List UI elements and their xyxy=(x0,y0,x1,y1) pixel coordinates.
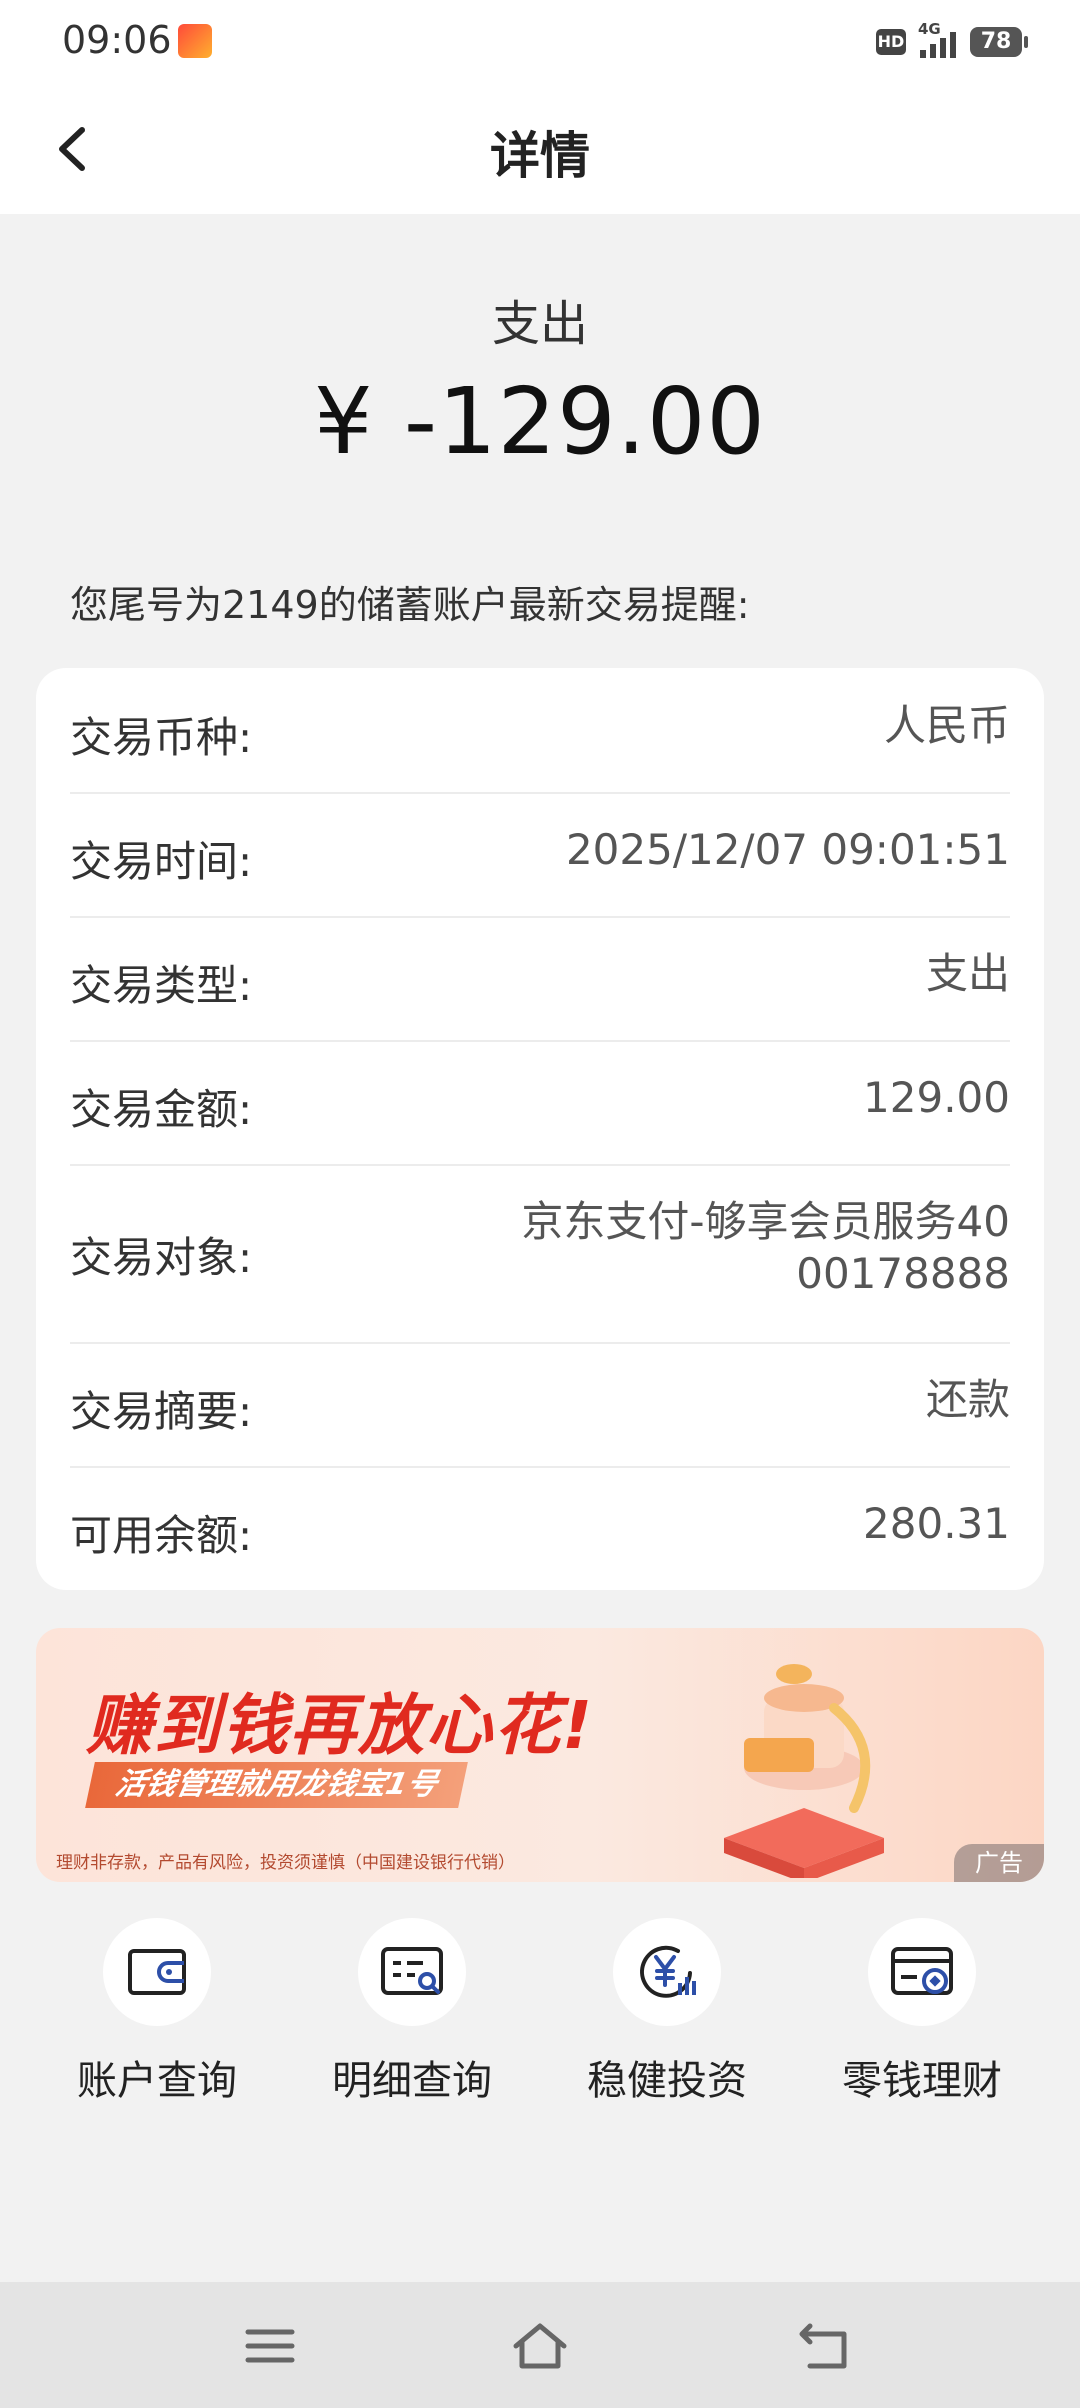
shortcut-icon-circle xyxy=(613,1918,721,2026)
detail-value-line: 00178888 xyxy=(796,1249,1010,1298)
shortcut-label: 账户查询 xyxy=(77,2058,237,2104)
detail-value: 人民币 xyxy=(883,701,1010,750)
detail-value: 280.31 xyxy=(863,1499,1010,1548)
detail-value-line: 京东支付-够享会员服务40 xyxy=(521,1197,1010,1246)
banner-subline: 活钱管理就用龙钱宝1号 xyxy=(85,1762,468,1808)
shortcut-icon-circle xyxy=(103,1918,211,2026)
shortcut-label: 明细查询 xyxy=(332,2058,492,2104)
detail-value: 还款 xyxy=(925,1375,1010,1424)
network-type: 4G xyxy=(918,20,941,38)
shortcut-account-query[interactable]: 账户查询 xyxy=(57,1918,257,2106)
detail-label: 交易摘要: xyxy=(70,1387,253,1436)
detail-row-summary: 交易摘要: 还款 xyxy=(70,1342,1010,1468)
back-nav-button[interactable] xyxy=(796,2318,856,2374)
detail-label: 可用余额: xyxy=(70,1511,253,1560)
shortcut-statement-query[interactable]: 明细查询 xyxy=(312,1918,512,2106)
home-icon xyxy=(513,2323,567,2369)
wallet-icon xyxy=(128,1949,186,1995)
banner-headline: 赚到钱再放心花! xyxy=(86,1687,595,1764)
menu-icon xyxy=(245,2329,295,2363)
detail-label: 交易类型: xyxy=(70,961,253,1010)
shortcut-icon-circle xyxy=(868,1918,976,2026)
detail-row-currency: 交易币种: 人民币 xyxy=(70,668,1010,794)
detail-row-amount: 交易金额: 129.00 xyxy=(70,1040,1010,1166)
page-title: 详情 xyxy=(490,127,590,185)
transaction-amount: ¥ -129.00 xyxy=(314,368,766,475)
promo-banner[interactable]: 赚到钱再放心花! 活钱管理就用龙钱宝1号 理财非存款，产品有风险，投资须谨慎（中… xyxy=(36,1628,1044,1882)
status-indicators: HD 4G 78 xyxy=(876,20,1028,58)
detail-row-type: 交易类型: 支出 xyxy=(70,916,1010,1042)
signal-icon: 4G xyxy=(918,20,956,58)
home-button[interactable] xyxy=(510,2318,570,2374)
detail-label: 交易时间: xyxy=(70,837,253,886)
banner-disclaimer: 理财非存款，产品有风险，投资须谨慎（中国建设银行代销） xyxy=(56,1853,515,1873)
status-time: 09:06 xyxy=(62,18,172,62)
return-icon xyxy=(799,2323,847,2369)
shortcut-label: 稳健投资 xyxy=(587,2058,747,2104)
detail-label: 交易金额: xyxy=(70,1085,253,1134)
ad-badge: 广告 xyxy=(954,1844,1044,1882)
menu-button[interactable] xyxy=(240,2318,300,2374)
detail-value: 2025/12/07 09:01:51 xyxy=(565,825,1010,874)
details-card: 交易币种: 人民币 交易时间: 2025/12/07 09:01:51 交易类型… xyxy=(36,668,1044,1590)
shortcut-bar: 账户查询 明细查询 稳健投资 零钱理财 xyxy=(0,1918,1080,2118)
detail-row-time: 交易时间: 2025/12/07 09:01:51 xyxy=(70,792,1010,918)
shortcut-label: 零钱理财 xyxy=(842,2058,1002,2104)
hd-icon: HD xyxy=(876,29,906,55)
nav-bar: 详情 xyxy=(0,84,1080,214)
detail-value: 京东支付-够享会员服务40 00178888 xyxy=(521,1196,1010,1300)
app-notification-icon xyxy=(178,24,212,58)
yuan-chart-icon xyxy=(640,1945,696,1998)
system-nav-bar xyxy=(0,2282,1080,2408)
status-bar: 09:06 HD 4G 78 xyxy=(0,0,1080,84)
transaction-type-heading: 支出 xyxy=(491,296,588,352)
shortcut-change-finance[interactable]: 零钱理财 xyxy=(822,1918,1022,2106)
detail-value: 129.00 xyxy=(863,1073,1010,1122)
battery-icon: 78 xyxy=(970,27,1028,57)
account-notice: 您尾号为2149的储蓄账户最新交易提醒: xyxy=(70,583,750,627)
detail-value: 支出 xyxy=(925,949,1010,998)
shortcut-icon-circle xyxy=(358,1918,466,2026)
statement-search-icon xyxy=(381,1947,443,1995)
coin-stack-illustration-icon xyxy=(724,1664,884,1878)
detail-label: 交易对象: xyxy=(70,1233,253,1282)
detail-label: 交易币种: xyxy=(70,713,253,762)
shortcut-steady-investment[interactable]: 稳健投资 xyxy=(567,1918,767,2106)
card-coin-icon xyxy=(891,1947,953,1995)
detail-row-balance: 可用余额: 280.31 xyxy=(70,1466,1010,1590)
detail-row-counterparty: 交易对象: 京东支付-够享会员服务40 00178888 xyxy=(70,1164,1010,1344)
